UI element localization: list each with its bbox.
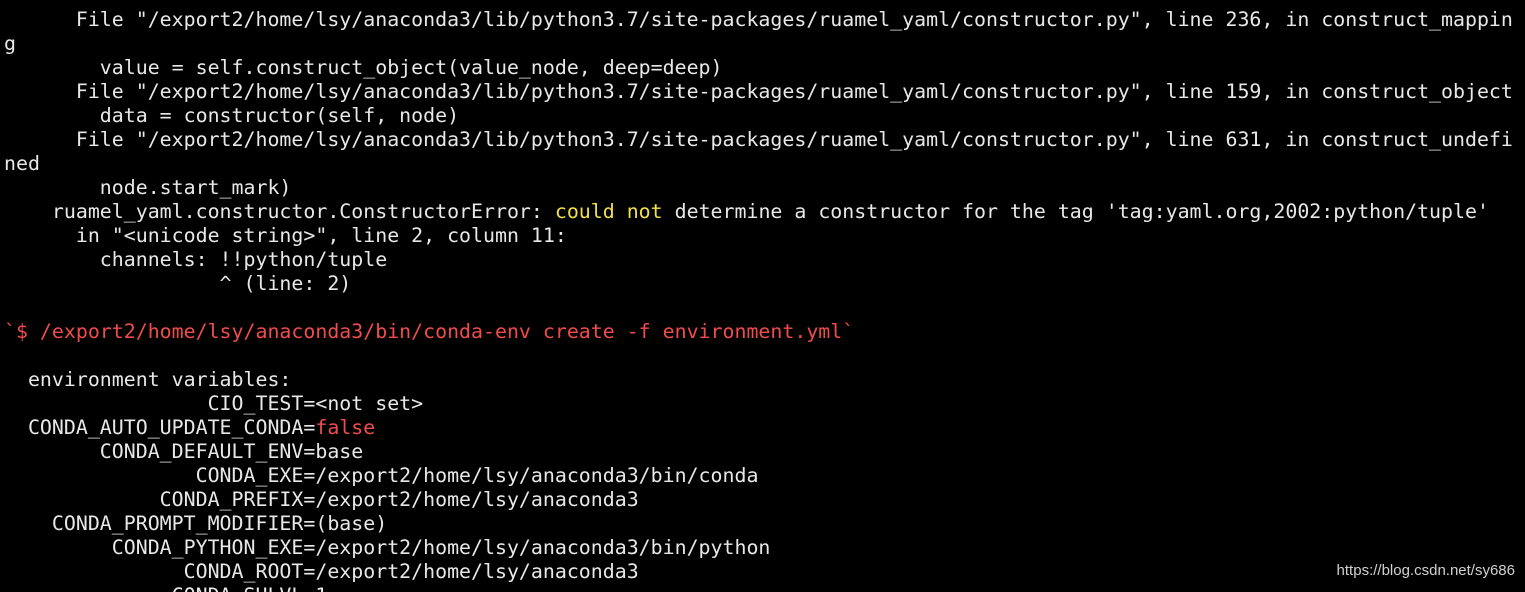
watermark-url: https://blog.csdn.net/sy686 bbox=[1336, 562, 1515, 579]
traceback-code-3: node.start_mark) bbox=[4, 176, 292, 199]
env-var-conda-python-exe: CONDA_PYTHON_EXE=/export2/home/lsy/anaco… bbox=[4, 536, 771, 559]
error-highlight: could not bbox=[554, 200, 663, 223]
env-var-conda-shlvl: CONDA_SHLVL=1 bbox=[4, 584, 328, 592]
traceback-line-1: File "/export2/home/lsy/anaconda3/lib/py… bbox=[4, 8, 1513, 31]
error-line: ruamel_yaml.constructor.ConstructorError… bbox=[4, 200, 1489, 224]
env-var-cio-test: CIO_TEST=<not set> bbox=[4, 392, 424, 415]
env-var-conda-root: CONDA_ROOT=/export2/home/lsy/anaconda3 bbox=[4, 560, 639, 583]
error-type: ruamel_yaml.constructor.ConstructorError… bbox=[4, 200, 555, 223]
terminal-output: File "/export2/home/lsy/anaconda3/lib/py… bbox=[0, 0, 1525, 592]
error-caret-line: ^ (line: 2) bbox=[4, 272, 352, 295]
env-vars-heading: environment variables: bbox=[4, 368, 292, 391]
traceback-code-1: value = self.construct_object(value_node… bbox=[4, 56, 723, 79]
traceback-line-3-wrap: ned bbox=[4, 152, 40, 175]
error-source-line: channels: !!python/tuple bbox=[4, 248, 388, 271]
error-message: determine a constructor for the tag 'tag… bbox=[662, 200, 1489, 223]
env-var-conda-prompt-modifier: CONDA_PROMPT_MODIFIER=(base) bbox=[4, 512, 388, 535]
env-var-conda-auto-update: CONDA_AUTO_UPDATE_CONDA=false bbox=[4, 416, 375, 440]
command-line: `$ /export2/home/lsy/anaconda3/bin/conda… bbox=[4, 320, 855, 343]
env-var-conda-prefix: CONDA_PREFIX=/export2/home/lsy/anaconda3 bbox=[4, 488, 639, 511]
env-var-false-value: false bbox=[315, 416, 376, 439]
traceback-line-2: File "/export2/home/lsy/anaconda3/lib/py… bbox=[4, 80, 1513, 103]
traceback-code-2: data = constructor(self, node) bbox=[4, 104, 460, 127]
env-var-conda-default-env: CONDA_DEFAULT_ENV=base bbox=[4, 440, 364, 463]
error-location: in "<unicode string>", line 2, column 11… bbox=[4, 224, 567, 247]
env-var-key: CONDA_AUTO_UPDATE_CONDA= bbox=[4, 416, 316, 439]
traceback-line-1-wrap: g bbox=[4, 32, 16, 55]
traceback-line-3: File "/export2/home/lsy/anaconda3/lib/py… bbox=[4, 128, 1513, 151]
env-var-conda-exe: CONDA_EXE=/export2/home/lsy/anaconda3/bi… bbox=[4, 464, 759, 487]
